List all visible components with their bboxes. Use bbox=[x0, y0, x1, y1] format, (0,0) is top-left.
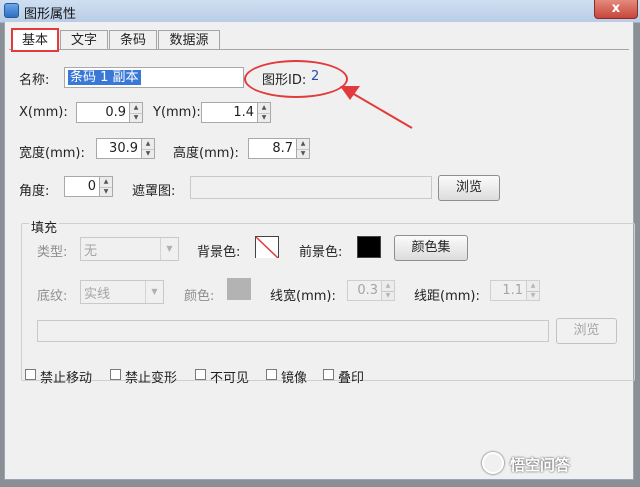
watermark-text: 悟空问答 bbox=[510, 456, 571, 474]
annotation-arrow bbox=[340, 86, 413, 129]
tab-basic[interactable]: 基本 bbox=[11, 28, 59, 52]
watermark-logo-icon bbox=[482, 452, 504, 474]
watermark: 悟空问答 bbox=[482, 452, 571, 475]
